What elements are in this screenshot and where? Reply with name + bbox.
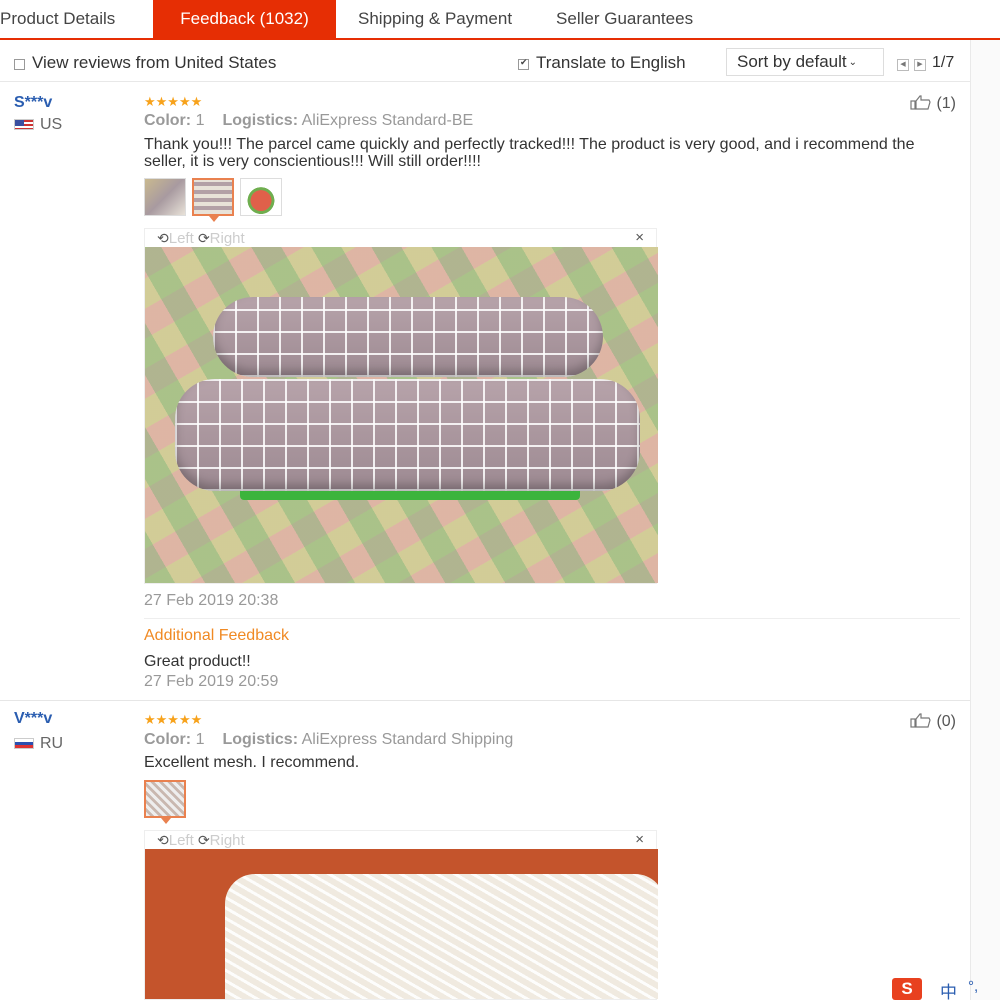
helpful-button[interactable]: (1) xyxy=(910,94,956,113)
photo-viewer: ⟲Left ⟳Right × xyxy=(144,228,658,584)
tab-seller-guarantees[interactable]: Seller Guarantees xyxy=(534,0,715,38)
color-value: 1 xyxy=(195,112,205,129)
translate-label[interactable]: Translate to English xyxy=(536,53,686,73)
prev-page-button[interactable]: ◀ xyxy=(897,59,909,71)
ime-language[interactable]: 中 xyxy=(940,978,957,1000)
review-photo-large xyxy=(145,849,658,999)
tab-product-details[interactable]: Product Details xyxy=(0,0,153,38)
thumbs-up-icon xyxy=(910,95,931,110)
photo-thumbnail[interactable] xyxy=(144,178,186,216)
sausage-bottom xyxy=(175,379,640,491)
us-flag-icon xyxy=(14,119,34,130)
order-attributes: Color: 1 Logistics: AliExpress Standard-B… xyxy=(144,112,473,130)
photo-viewer: ⟲Left ⟳Right × xyxy=(144,830,658,1000)
helpful-count: (1) xyxy=(936,95,957,112)
divider xyxy=(144,618,960,619)
color-value: 1 xyxy=(195,731,205,748)
close-icon[interactable]: × xyxy=(635,831,644,849)
ru-flag-icon xyxy=(14,738,34,749)
reviewer-country: RU xyxy=(40,735,64,752)
star-rating: ★★★★★ xyxy=(144,94,203,109)
ime-logo-icon: S xyxy=(892,978,922,1000)
photo-thumbnail-selected[interactable] xyxy=(192,178,234,222)
reviewer-country: US xyxy=(40,116,63,133)
view-us-label[interactable]: View reviews from United States xyxy=(32,53,276,73)
sort-dropdown[interactable]: Sort by default ⌄ xyxy=(726,48,884,76)
page-indicator: 1/7 xyxy=(932,54,955,71)
rotate-right-label[interactable]: Right xyxy=(210,230,245,247)
next-page-button[interactable]: ▶ xyxy=(914,59,926,71)
tab-feedback[interactable]: Feedback (1032) xyxy=(153,0,336,38)
review-photo-large xyxy=(145,247,658,583)
logistics-value: AliExpress Standard-BE xyxy=(301,112,474,129)
translate-checkbox[interactable] xyxy=(518,57,529,70)
helpful-button[interactable]: (0) xyxy=(910,712,956,731)
rotate-left-label[interactable]: Left xyxy=(169,832,194,849)
review-date: 27 Feb 2019 20:38 xyxy=(144,592,279,609)
additional-feedback-text: Great product!! xyxy=(144,653,251,670)
chevron-down-icon: ⌄ xyxy=(848,57,858,68)
review-text: Excellent mesh. I recommend. xyxy=(144,754,360,771)
tab-shipping-payment[interactable]: Shipping & Payment xyxy=(336,0,534,38)
ime-toolbar[interactable]: S 中 °, xyxy=(890,976,1000,1000)
view-us-checkbox[interactable] xyxy=(14,59,25,70)
rotate-left-icon[interactable]: ⟲ xyxy=(157,230,169,246)
order-attributes: Color: 1 Logistics: AliExpress Standard S… xyxy=(144,731,513,749)
helpful-count: (0) xyxy=(936,713,957,730)
rotate-right-label[interactable]: Right xyxy=(210,832,245,849)
rotate-right-icon[interactable]: ⟳ xyxy=(198,832,210,848)
rotate-left-label[interactable]: Left xyxy=(169,230,194,247)
rotate-left-icon[interactable]: ⟲ xyxy=(157,832,169,848)
color-label: Color: xyxy=(144,731,192,748)
ime-punctuation-mode[interactable]: °, xyxy=(968,978,978,995)
thumbs-up-icon xyxy=(910,713,931,728)
sort-label: Sort by default xyxy=(737,52,847,71)
sausage-top xyxy=(213,297,603,377)
star-rating: ★★★★★ xyxy=(144,712,203,727)
photo-thumbnail-selected[interactable] xyxy=(144,780,186,824)
photo-viewer-toolbar: ⟲Left ⟳Right × xyxy=(145,229,656,247)
reviewer-name: V***v xyxy=(14,710,53,727)
additional-feedback-title: Additional Feedback xyxy=(144,627,289,644)
logistics-value: AliExpress Standard Shipping xyxy=(301,731,514,748)
page-scrollbar-area xyxy=(970,40,1000,1000)
mesh-net xyxy=(225,874,658,999)
feedback-toolbar: View reviews from United States Translat… xyxy=(0,42,970,82)
color-label: Color: xyxy=(144,112,192,129)
photo-thumbnail[interactable] xyxy=(240,178,282,216)
photo-viewer-toolbar: ⟲Left ⟳Right × xyxy=(145,831,656,849)
close-icon[interactable]: × xyxy=(635,229,644,247)
review-separator xyxy=(0,700,970,701)
review-photo-thumbnails xyxy=(144,780,186,824)
logistics-label: Logistics: xyxy=(222,731,299,748)
logistics-label: Logistics: xyxy=(222,112,299,129)
feedback-tabs: Product Details Feedback (1032) Shipping… xyxy=(0,0,1000,40)
additional-feedback-date: 27 Feb 2019 20:59 xyxy=(144,673,279,690)
review-photo-thumbnails xyxy=(144,178,282,222)
reviewer-name: S***v xyxy=(14,94,53,111)
review-text: Thank you!!! The parcel came quickly and… xyxy=(144,136,915,170)
rotate-right-icon[interactable]: ⟳ xyxy=(198,230,210,246)
